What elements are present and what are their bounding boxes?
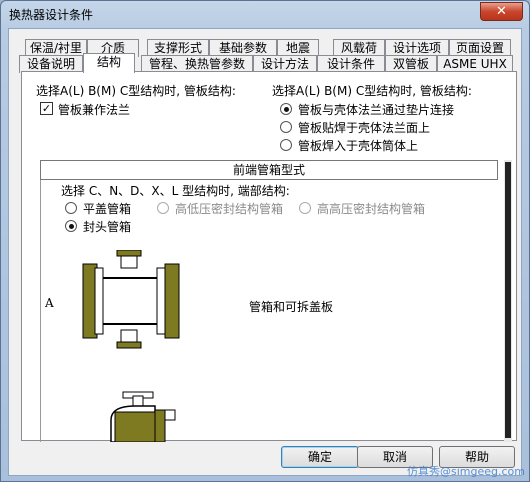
structure-tab-panel: 选择A(L) B(M) C型结构时, 管板结构: ✓ 管板兼作法兰 选择A(L)… (21, 71, 517, 442)
hl-pressure-radio[interactable] (157, 202, 169, 214)
flat-cover-label: 平盖管箱 (83, 202, 132, 216)
tubesheet-flange-checkbox[interactable]: ✓ (40, 102, 53, 115)
item-letter: A (45, 296, 54, 310)
flat-cover-radio[interactable] (65, 202, 77, 214)
weld-shell-label: 管板焊入于壳体筒体上 (298, 139, 419, 153)
front-box-header: 前端管箱型式 (40, 160, 498, 180)
vertical-scrollbar[interactable] (504, 160, 512, 442)
left-section-label: 选择A(L) B(M) C型结构时, 管板结构: (36, 84, 236, 98)
front-box-content: 选择 C、N、D、X、L 型结构时, 端部结构: 平盖管箱 高低压密封结构管箱 … (40, 180, 502, 442)
end-structure-label: 选择 C、N、D、X、L 型结构时, 端部结构: (61, 184, 290, 198)
hh-pressure-radio[interactable] (299, 202, 311, 214)
window-title: 换热器设计条件 (9, 8, 94, 22)
close-icon: ✕ (496, 4, 507, 19)
tubesheet-flange-label: 管板兼作法兰 (58, 103, 131, 117)
gasket-connection-radio[interactable] (280, 103, 292, 115)
head-nozzle-neck (132, 395, 144, 407)
head-channel-radio[interactable] (65, 220, 77, 232)
dialog-window: 换热器设计条件 ✕ 保温/衬里 介质 支撑形式 基础参数 地震 风载荷 设计选项… (0, 0, 530, 482)
channel-cover-diagram (82, 250, 180, 349)
title-bar: 换热器设计条件 ✕ (1, 1, 529, 27)
head-channel-label: 封头管箱 (83, 220, 132, 234)
head-channel-diagram (110, 391, 176, 442)
watermark: 仿真秀@simgeeg.com (407, 465, 525, 478)
weld-flange-face-radio[interactable] (280, 121, 292, 133)
gasket-connection-label: 管板与壳体法兰通过垫片连接 (298, 103, 455, 117)
left-gasket (94, 267, 104, 335)
check-icon: ✓ (41, 102, 52, 115)
weld-shell-radio[interactable] (280, 139, 292, 151)
head-flange (154, 409, 166, 442)
scroll-thumb[interactable] (505, 162, 511, 438)
bottom-nozzle-flange (116, 341, 142, 349)
close-button[interactable]: ✕ (480, 2, 523, 21)
dialog-client: 保温/衬里 介质 支撑形式 基础参数 地震 风载荷 设计选项 页面设置 设备说明… (8, 28, 522, 476)
head-fill (114, 411, 156, 442)
hh-pressure-label: 高高压密封结构管箱 (317, 202, 426, 216)
hl-pressure-label: 高低压密封结构管箱 (175, 202, 284, 216)
item-description: 管箱和可拆盖板 (249, 300, 334, 314)
tab-structure[interactable]: 结构 (83, 53, 135, 73)
right-gasket (156, 267, 166, 335)
right-section-label: 选择A(L) B(M) C型结构时, 管板结构: (272, 84, 472, 98)
head-bolt (164, 409, 176, 421)
weld-flange-face-label: 管板贴焊于壳体法兰面上 (298, 121, 431, 135)
right-flange (164, 263, 180, 339)
top-nozzle-flange (116, 250, 142, 257)
ok-button[interactable]: 确定 (281, 446, 359, 468)
